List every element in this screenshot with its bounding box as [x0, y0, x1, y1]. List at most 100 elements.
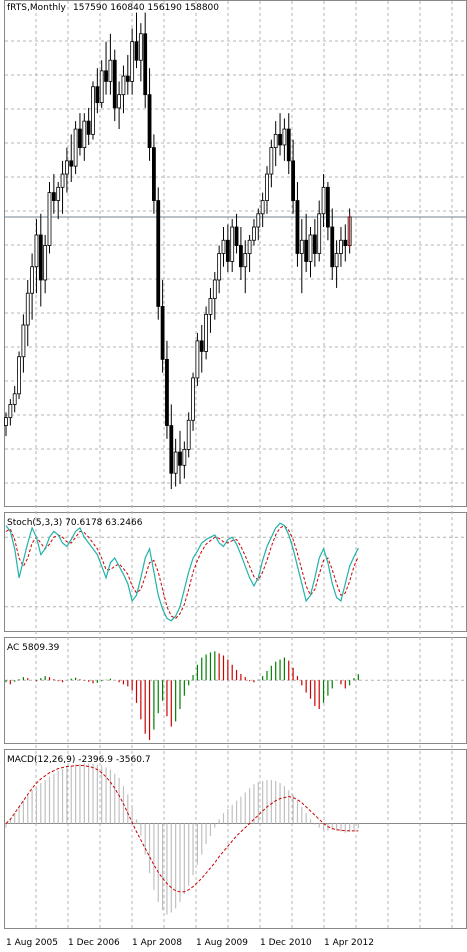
stoch-label: Stoch(5,3,3) 70.6178 63.2466 [7, 518, 143, 528]
candle-body [138, 33, 143, 61]
candle-body [291, 160, 296, 201]
candle-body [30, 266, 35, 294]
ac-label: AC 5809.39 [7, 643, 60, 653]
candle-body [12, 393, 17, 405]
macd-panel-frame [4, 749, 467, 929]
x-tick-label: 1 Apr 2008 [132, 938, 182, 948]
candle-body [286, 128, 291, 162]
candle-body [317, 213, 322, 254]
candle-body [121, 75, 126, 96]
candle-body [82, 120, 87, 149]
candle-body [247, 239, 252, 254]
ohlc-readout: 157590 160840 156190 158800 [73, 3, 219, 13]
candle-body [186, 419, 191, 450]
candle-body [325, 186, 330, 228]
candle-body [130, 41, 135, 82]
candle-body [243, 253, 248, 268]
candle-body [43, 245, 48, 281]
candle-body [173, 451, 178, 474]
candle-body [330, 226, 335, 268]
x-tick-label: 1 Aug 2009 [196, 938, 248, 948]
candle-body [86, 120, 91, 135]
candle-body [282, 128, 287, 146]
candle-body [143, 33, 148, 96]
candle-body [234, 226, 239, 246]
candle-body [304, 239, 309, 262]
candle-body [339, 239, 343, 254]
candle-body [125, 75, 130, 82]
candle-body [51, 192, 56, 201]
candle-body [151, 147, 156, 201]
candle-body [78, 128, 82, 149]
candle-body [238, 245, 243, 268]
candle-body [182, 449, 187, 466]
stoch-panel-frame [4, 512, 467, 632]
candle-body [34, 234, 39, 268]
stoch-signal-line [5, 524, 359, 620]
candle-body [156, 200, 161, 307]
candle-body [160, 306, 165, 360]
candle-body [199, 340, 204, 352]
candle-body [321, 186, 326, 215]
macd-panel [5, 763, 466, 915]
candle-body [147, 94, 152, 149]
x-tick-label: 1 Apr 2012 [324, 938, 374, 948]
candle-body [69, 160, 74, 167]
candle-body [73, 128, 78, 167]
candle-body [260, 200, 265, 215]
price-panel [4, 12, 466, 490]
stoch-panel [5, 522, 466, 622]
candle-body [104, 70, 108, 82]
candle-body [312, 234, 317, 254]
candle-body [56, 186, 61, 201]
ac-panel-frame [4, 637, 467, 744]
candle-body [343, 239, 348, 246]
candle-body [165, 358, 169, 426]
candle-body [17, 356, 21, 395]
candle-body [278, 133, 282, 146]
candle-body [217, 253, 222, 281]
chart-svg: fRTS,Monthly 157590 160840 156190 158800… [4, 0, 467, 948]
candle-body [208, 298, 213, 315]
macd-signal-line [5, 764, 359, 893]
x-tick-label: 1 Aug 2005 [6, 938, 58, 948]
candle-body [25, 292, 30, 326]
x-tick-label: 1 Dec 2010 [260, 938, 312, 948]
candle-body [47, 192, 52, 246]
candle-body [252, 226, 256, 241]
candle-body [169, 425, 174, 474]
x-tick-label: 1 Dec 2006 [68, 938, 120, 948]
candle-body [256, 213, 261, 228]
candle-body [204, 313, 209, 352]
candle-body [112, 59, 117, 109]
candle-body [95, 86, 100, 104]
x-axis: 1 Aug 2005 1 Dec 2006 1 Apr 2008 1 Aug 2… [6, 938, 374, 948]
candle-body [273, 133, 278, 149]
candle-body [38, 234, 43, 281]
candle-body [212, 279, 217, 299]
candle-body [299, 239, 304, 254]
candle-body [99, 70, 104, 104]
candle-body [4, 417, 8, 426]
ac-panel [5, 651, 466, 740]
candle-body [195, 340, 200, 379]
candle-body [269, 147, 274, 175]
candle-body [191, 377, 195, 421]
candle-body [21, 324, 26, 358]
price-panel-frame [4, 0, 467, 507]
candle-body [65, 160, 69, 175]
candle-body [308, 234, 313, 262]
candle-body [8, 403, 13, 419]
candle-body [295, 200, 300, 254]
candle-body [225, 239, 230, 262]
candle-body [230, 226, 235, 262]
chart-title: fRTS,Monthly [7, 3, 67, 13]
candle-body [334, 253, 339, 268]
stoch-main-line [5, 522, 359, 622]
candle-body [60, 173, 65, 188]
candle-body [134, 41, 139, 61]
candle-body [117, 94, 121, 109]
candle-body [108, 59, 113, 82]
macd-label: MACD(12,26,9) -2396.9 -3560.7 [7, 755, 151, 765]
candle-body [178, 451, 182, 466]
